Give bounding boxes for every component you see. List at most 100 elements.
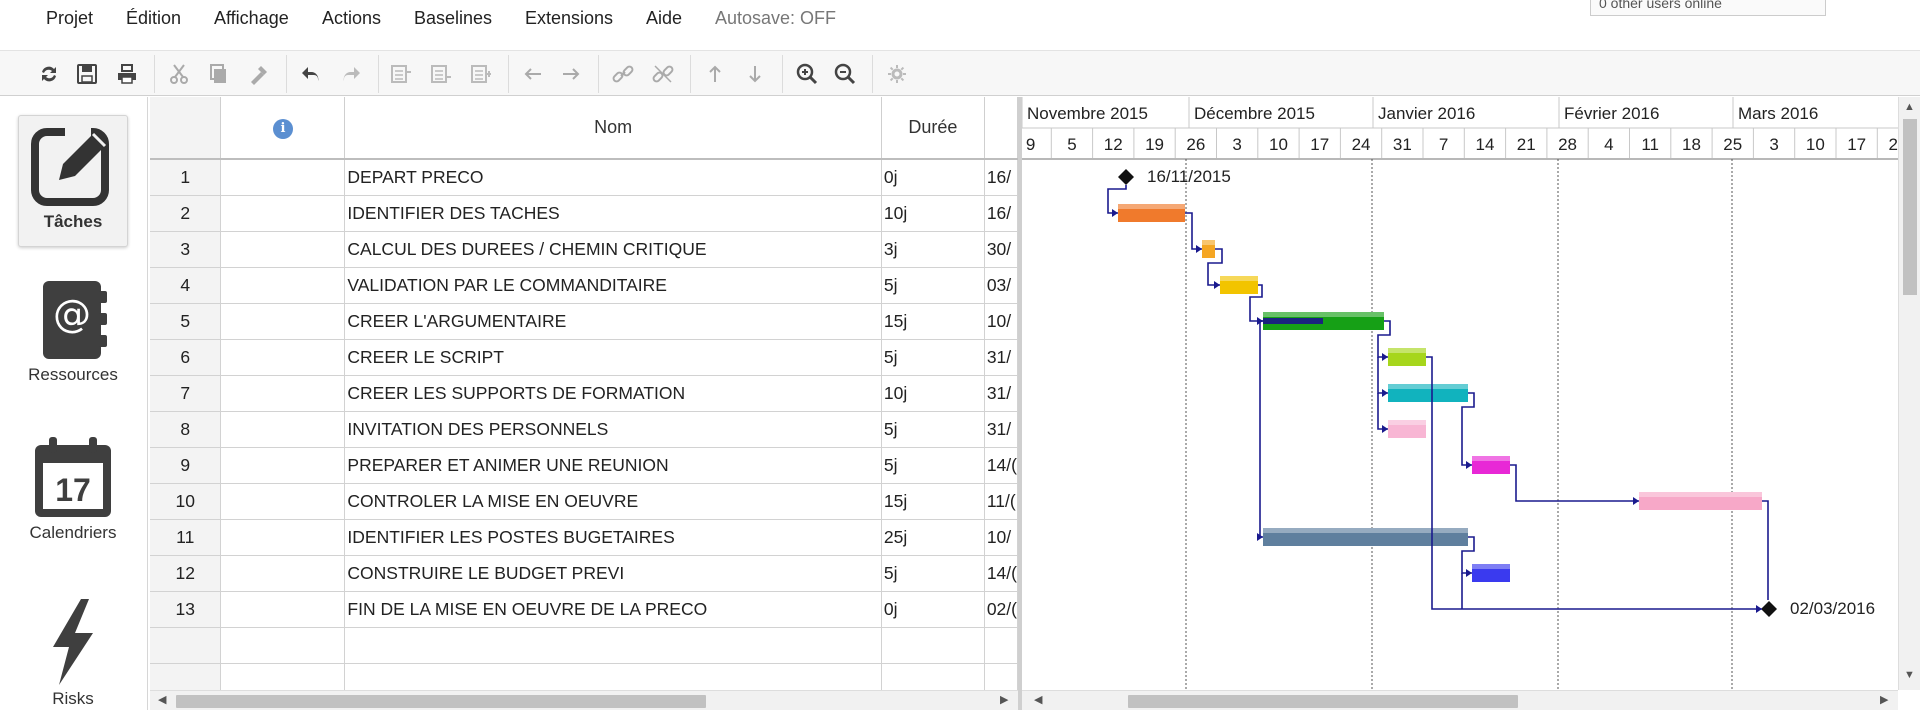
scroll-down-icon[interactable]: ▼: [1904, 669, 1915, 681]
duration-header[interactable]: Durée: [881, 97, 985, 160]
row-info-cell[interactable]: [220, 231, 346, 268]
table-row[interactable]: 11 IDENTIFIER LES POSTES BUGETAIRES 25j 10/: [150, 519, 1018, 556]
table-row[interactable]: 8 INVITATION DES PERSONNELS 5j 31/: [150, 411, 1018, 448]
task-name-cell[interactable]: IDENTIFIER LES POSTES BUGETAIRES: [344, 519, 882, 556]
menu-aide[interactable]: Aide: [646, 8, 682, 29]
row-info-cell[interactable]: [220, 375, 346, 412]
zoom-in-icon[interactable]: [792, 59, 822, 89]
table-row[interactable]: 6 CREER LE SCRIPT 5j 31/: [150, 339, 1018, 376]
table-row[interactable]: 3 CALCUL DES DUREES / CHEMIN CRITIQUE 3j 30…: [150, 231, 1018, 268]
menu-extensions[interactable]: Extensions: [525, 8, 613, 29]
task-name-cell[interactable]: CONSTRUIRE LE BUDGET PREVI: [344, 555, 882, 592]
scroll-right-icon[interactable]: ▶: [1000, 693, 1008, 706]
task-start-cell[interactable]: 30/: [984, 231, 1018, 268]
save-icon[interactable]: [72, 59, 102, 89]
unlink-icon[interactable]: [648, 59, 678, 89]
nav-risks[interactable]: Risks: [18, 597, 128, 709]
row-info-cell[interactable]: [220, 195, 346, 232]
table-row[interactable]: [150, 663, 1018, 690]
task-duration-cell[interactable]: 5j: [881, 267, 985, 304]
table-row[interactable]: 9 PREPARER ET ANIMER UNE REUNION 5j 14/(: [150, 447, 1018, 484]
task-name-cell[interactable]: VALIDATION PAR LE COMMANDITAIRE: [344, 267, 882, 304]
row-info-cell[interactable]: [220, 339, 346, 376]
table-row[interactable]: 2 IDENTIFIER DES TACHES 10j 16/: [150, 195, 1018, 232]
milestone-diamond[interactable]: [1761, 601, 1777, 617]
menu-actions[interactable]: Actions: [322, 8, 381, 29]
table-row[interactable]: [150, 627, 1018, 664]
move-down-icon[interactable]: [740, 59, 770, 89]
task-name-cell[interactable]: CREER L'ARGUMENTAIRE: [344, 303, 882, 340]
nav-tasks[interactable]: Tâches: [18, 115, 128, 247]
start-header[interactable]: [984, 97, 1018, 160]
task-start-cell[interactable]: 31/: [984, 339, 1018, 376]
outdent-icon[interactable]: [518, 59, 548, 89]
table-row[interactable]: 7 CREER LES SUPPORTS DE FORMATION 10j 31/: [150, 375, 1018, 412]
task-name-cell[interactable]: PREPARER ET ANIMER UNE REUNION: [344, 447, 882, 484]
task-start-cell[interactable]: 31/: [984, 411, 1018, 448]
task-duration-cell[interactable]: 5j: [881, 411, 985, 448]
task-name-cell[interactable]: [344, 627, 882, 664]
gantt-scroll-right-icon[interactable]: ▶: [1880, 693, 1888, 706]
task-name-cell[interactable]: DEPART PRECO: [344, 159, 882, 196]
insert-child-icon[interactable]: [466, 59, 496, 89]
task-name-cell[interactable]: CALCUL DES DUREES / CHEMIN CRITIQUE: [344, 231, 882, 268]
task-duration-cell[interactable]: 5j: [881, 555, 985, 592]
row-info-cell[interactable]: [220, 555, 346, 592]
row-info-cell[interactable]: [220, 483, 346, 520]
insert-below-icon[interactable]: [426, 59, 456, 89]
task-duration-cell[interactable]: 5j: [881, 339, 985, 376]
row-info-cell[interactable]: [220, 627, 346, 664]
menu-edition[interactable]: Édition: [126, 8, 181, 29]
zoom-out-icon[interactable]: [830, 59, 860, 89]
task-start-cell[interactable]: 10/: [984, 303, 1018, 340]
row-info-cell[interactable]: [220, 519, 346, 556]
task-name-cell[interactable]: INVITATION DES PERSONNELS: [344, 411, 882, 448]
task-duration-cell[interactable]: [881, 627, 985, 664]
paste-icon[interactable]: [244, 59, 274, 89]
task-start-cell[interactable]: 14/(: [984, 555, 1018, 592]
gantt-scroll-left-icon[interactable]: ◀: [1034, 693, 1042, 706]
task-name-cell[interactable]: CREER LES SUPPORTS DE FORMATION: [344, 375, 882, 412]
task-duration-cell[interactable]: [881, 663, 985, 690]
redo-icon[interactable]: [336, 59, 366, 89]
row-info-cell[interactable]: [220, 159, 346, 196]
gantt-vertical-scrollbar[interactable]: ▲ ▼: [1898, 97, 1920, 690]
scroll-up-icon[interactable]: ▲: [1904, 101, 1915, 113]
task-duration-cell[interactable]: 15j: [881, 483, 985, 520]
task-duration-cell[interactable]: 5j: [881, 447, 985, 484]
task-start-cell[interactable]: 10/: [984, 519, 1018, 556]
info-header[interactable]: i: [220, 97, 346, 160]
row-info-cell[interactable]: [220, 303, 346, 340]
row-info-cell[interactable]: [220, 411, 346, 448]
task-start-cell[interactable]: 31/: [984, 375, 1018, 412]
vertical-scroll-thumb[interactable]: [1903, 119, 1917, 295]
nav-resources[interactable]: @ Ressources: [18, 275, 128, 395]
scroll-left-icon[interactable]: ◀: [158, 693, 166, 706]
name-header[interactable]: Nom: [344, 97, 882, 160]
settings-icon[interactable]: [882, 59, 912, 89]
refresh-icon[interactable]: [34, 59, 64, 89]
table-row[interactable]: 5 CREER L'ARGUMENTAIRE 15j 10/: [150, 303, 1018, 340]
menu-baselines[interactable]: Baselines: [414, 8, 492, 29]
task-start-cell[interactable]: 02/(: [984, 591, 1018, 628]
link-icon[interactable]: [608, 59, 638, 89]
nav-calendars[interactable]: 17 Calendriers: [18, 435, 128, 555]
task-start-cell[interactable]: 16/: [984, 195, 1018, 232]
task-name-cell[interactable]: IDENTIFIER DES TACHES: [344, 195, 882, 232]
task-start-cell[interactable]: [984, 663, 1018, 690]
indent-icon[interactable]: [556, 59, 586, 89]
row-info-cell[interactable]: [220, 663, 346, 690]
grid-scroll-thumb[interactable]: [176, 695, 706, 708]
grid-horizontal-scrollbar[interactable]: ◀ ▶: [150, 690, 1018, 710]
task-duration-cell[interactable]: 25j: [881, 519, 985, 556]
task-duration-cell[interactable]: 3j: [881, 231, 985, 268]
row-info-cell[interactable]: [220, 447, 346, 484]
copy-icon[interactable]: [204, 59, 234, 89]
row-info-cell[interactable]: [220, 267, 346, 304]
row-info-cell[interactable]: [220, 591, 346, 628]
task-duration-cell[interactable]: 0j: [881, 159, 985, 196]
insert-above-icon[interactable]: [386, 59, 416, 89]
cut-icon[interactable]: [164, 59, 194, 89]
task-duration-cell[interactable]: 15j: [881, 303, 985, 340]
undo-icon[interactable]: [296, 59, 326, 89]
